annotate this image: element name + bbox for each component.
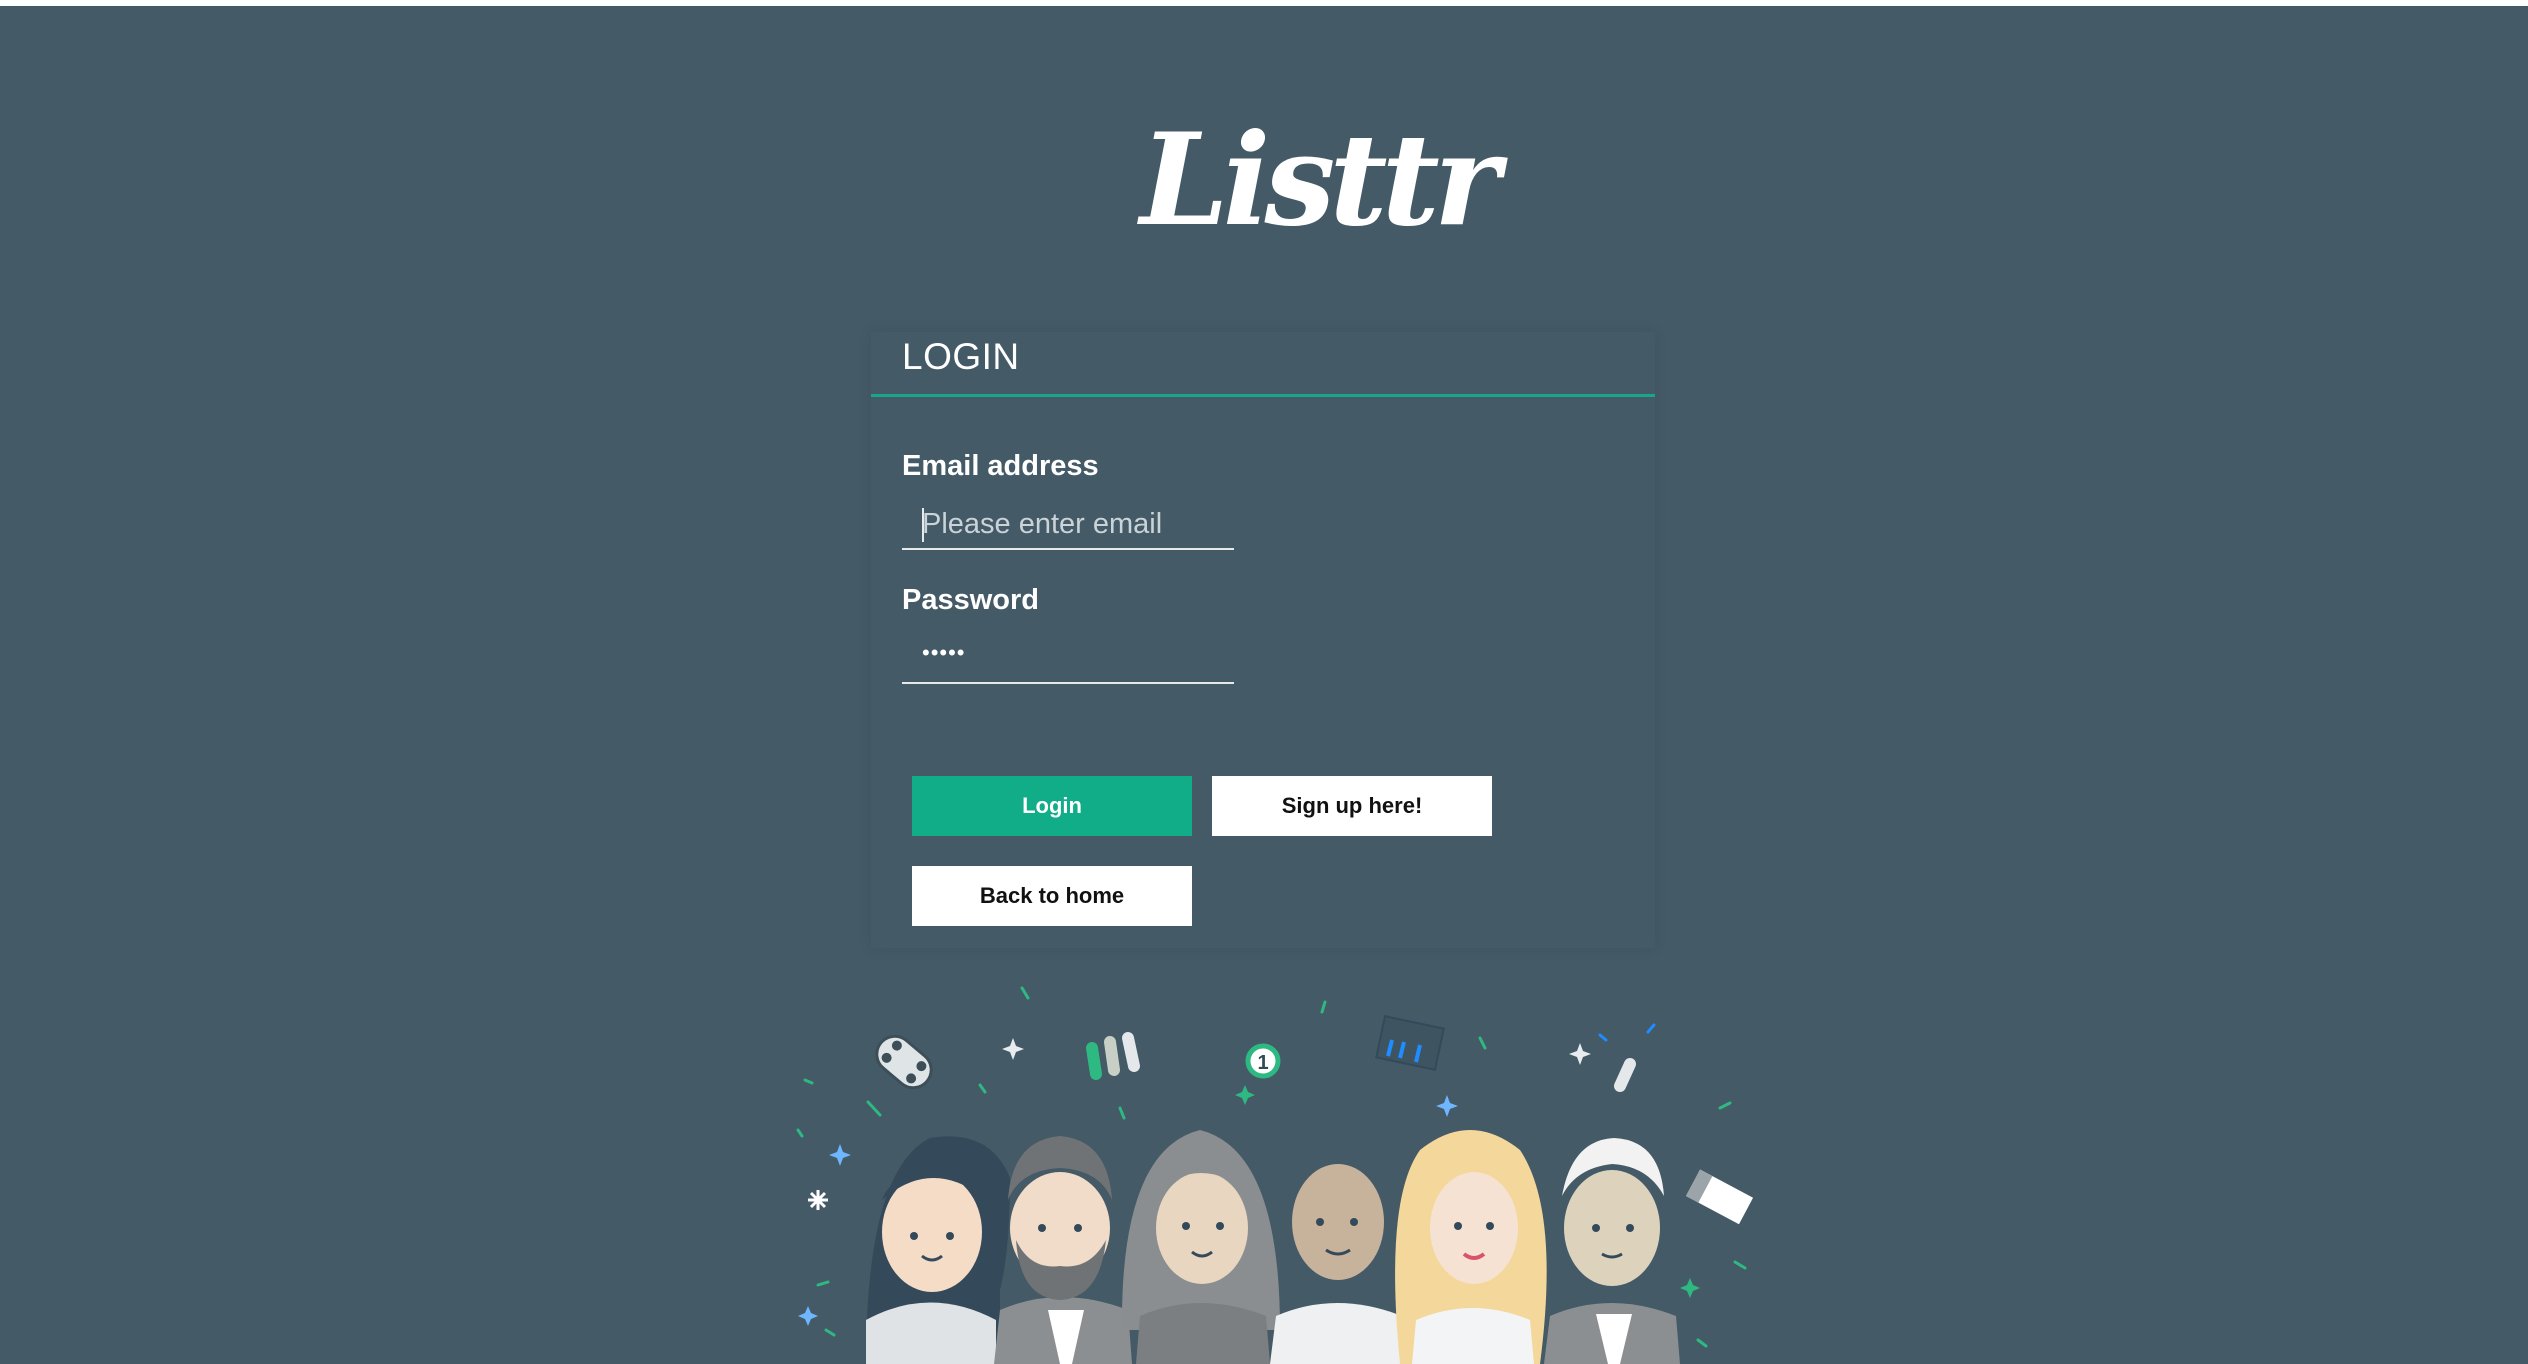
text-cursor (922, 508, 924, 542)
confetti-decoration (796, 986, 1747, 1348)
back-to-home-button[interactable]: Back to home (912, 866, 1192, 926)
email-input[interactable] (902, 500, 1234, 550)
snowflake-icon (808, 1190, 828, 1210)
signup-button[interactable]: Sign up here! (1212, 776, 1492, 836)
window-top-edge (0, 0, 2528, 6)
person-4-avatar (1270, 1164, 1406, 1364)
password-label: Password (902, 584, 1039, 616)
email-label: Email address (902, 450, 1099, 482)
person-3-avatar (1121, 1130, 1280, 1364)
book-icon (1686, 1169, 1754, 1225)
login-title: LOGIN (902, 336, 1020, 377)
login-title-divider (871, 394, 1655, 397)
person-5-avatar (1395, 1130, 1547, 1364)
test-tubes-icon (1086, 1032, 1140, 1080)
person-6-avatar (1544, 1138, 1680, 1364)
person-2-avatar (994, 1136, 1132, 1364)
password-masked-value: ••••• (922, 640, 966, 665)
sparkle-stars (798, 1038, 1700, 1326)
skateboard-icon (875, 1034, 933, 1090)
listtr-logo[interactable]: Listtr (1140, 100, 1500, 260)
login-button[interactable]: Login (912, 776, 1192, 836)
person-1-avatar (866, 1136, 1010, 1364)
tube-icon (1614, 1058, 1636, 1092)
badge-number: 1 (1257, 1052, 1268, 1074)
blue-box-icon (1375, 1015, 1445, 1071)
number-badge-icon: 1 (1245, 1043, 1281, 1079)
